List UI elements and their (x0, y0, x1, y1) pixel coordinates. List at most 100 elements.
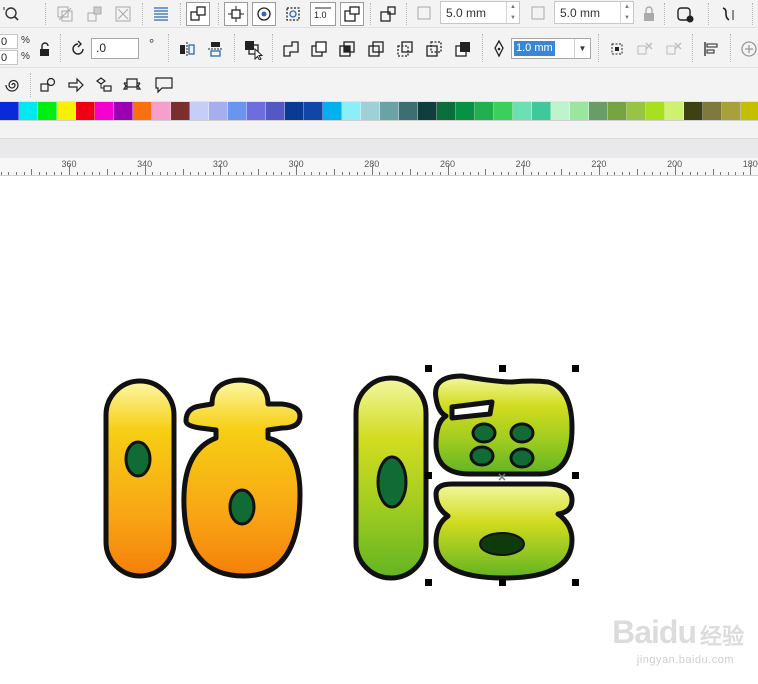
color-swatch[interactable] (228, 102, 247, 120)
intersect-icon[interactable] (113, 4, 133, 24)
close-curve-icon[interactable] (634, 38, 656, 60)
scale-x-unit: % (21, 35, 30, 46)
color-swatch[interactable] (399, 102, 418, 120)
color-swatch[interactable] (171, 102, 190, 120)
align-icon[interactable] (150, 3, 172, 25)
color-swatch[interactable] (285, 102, 304, 120)
rotate-icon[interactable] (68, 39, 88, 59)
color-swatch[interactable] (57, 102, 76, 120)
horizontal-ruler[interactable]: 360 340 320 300 280 260 240 220 200 180 (0, 158, 758, 176)
color-swatch[interactable] (494, 102, 513, 120)
flowchart-shapes-icon[interactable] (94, 75, 114, 95)
mirror-vertical-icon[interactable] (204, 38, 226, 60)
color-swatch[interactable] (304, 102, 323, 120)
color-swatch[interactable] (342, 102, 361, 120)
drawing-canvas[interactable]: Baidu 经验 jingyan.baidu.com (0, 176, 758, 684)
color-swatch[interactable] (532, 102, 551, 120)
color-swatch[interactable] (665, 102, 684, 120)
corner-size-1-field[interactable]: 5.0 mm ▲ ▼ (440, 1, 520, 24)
color-swatch[interactable] (513, 102, 532, 120)
intersect-icon[interactable] (336, 38, 358, 60)
break-curve-icon[interactable] (606, 38, 628, 60)
scale-x-field[interactable]: 0 (0, 34, 18, 49)
basic-shapes-icon[interactable] (38, 75, 58, 95)
chevron-down-icon[interactable]: ▼ (574, 39, 590, 58)
color-swatch[interactable] (114, 102, 133, 120)
banner-shapes-icon[interactable] (122, 75, 142, 95)
lock-ratio-icon[interactable] (36, 40, 54, 58)
convert-icon[interactable]: 1.0 (310, 2, 336, 26)
back-minus-front-icon[interactable] (423, 38, 445, 60)
left-glyph[interactable] (103, 377, 303, 579)
color-swatch[interactable] (152, 102, 171, 120)
color-swatch[interactable] (684, 102, 703, 120)
color-swatch[interactable] (361, 102, 380, 120)
delete-curve-icon[interactable] (663, 38, 685, 60)
quick-trace-icon[interactable] (716, 2, 742, 26)
rotation-angle-input[interactable]: .0 (91, 38, 139, 59)
callout-shapes-icon[interactable] (152, 75, 176, 95)
color-swatch[interactable] (646, 102, 665, 120)
color-swatch[interactable] (551, 102, 570, 120)
ruler-tick (462, 172, 464, 175)
scale-y-field[interactable]: 0 (0, 50, 18, 65)
color-swatch[interactable] (703, 102, 722, 120)
color-swatch[interactable] (247, 102, 266, 120)
ruler-tick (0, 172, 2, 175)
outline-width-dropdown[interactable]: 1.0 mm ▼ (511, 38, 591, 59)
color-swatch[interactable] (741, 102, 758, 120)
color-swatch[interactable] (323, 102, 342, 120)
color-swatch[interactable] (19, 102, 38, 120)
break-apart-icon[interactable] (281, 2, 305, 26)
eye-icon (469, 445, 495, 467)
color-swatch[interactable] (38, 102, 57, 120)
weld-icon[interactable] (55, 4, 75, 24)
color-swatch[interactable] (722, 102, 741, 120)
boundary-icon[interactable] (452, 38, 474, 60)
color-swatch[interactable] (437, 102, 456, 120)
ruler-tick (91, 172, 93, 175)
degree-symbol: ° (149, 36, 155, 51)
right-glyph[interactable] (353, 373, 575, 581)
to-front-icon[interactable] (240, 36, 266, 62)
front-minus-back-icon[interactable] (394, 38, 416, 60)
lock-icon[interactable] (640, 4, 658, 24)
color-swatch[interactable] (380, 102, 399, 120)
ruler-tick (583, 172, 585, 175)
mirror-horizontal-icon[interactable] (176, 38, 198, 60)
color-swatch[interactable] (627, 102, 646, 120)
corner-icon[interactable] (340, 2, 364, 26)
group-icon[interactable] (186, 2, 210, 26)
wrap-icon[interactable] (672, 2, 698, 26)
color-swatch[interactable] (418, 102, 437, 120)
spin-arrows-icon[interactable]: ▲ ▼ (620, 2, 633, 23)
lock-icon[interactable] (376, 2, 400, 26)
color-swatch[interactable] (475, 102, 494, 120)
color-swatch[interactable] (570, 102, 589, 120)
ruler-tick (175, 172, 176, 175)
spiral-icon[interactable] (2, 75, 22, 95)
arrow-shapes-icon[interactable] (66, 75, 86, 95)
color-swatch[interactable] (608, 102, 627, 120)
color-swatch[interactable] (190, 102, 209, 120)
color-swatch[interactable] (456, 102, 475, 120)
trim-icon[interactable] (308, 38, 330, 60)
color-swatch[interactable] (95, 102, 114, 120)
trim-icon[interactable] (84, 4, 104, 24)
align-distribute-icon[interactable] (700, 38, 722, 60)
spin-arrows-icon[interactable]: ▲ ▼ (506, 2, 519, 23)
color-swatch[interactable] (209, 102, 228, 120)
zoom-icon[interactable] (0, 4, 22, 24)
ungroup-icon[interactable] (224, 2, 248, 26)
color-swatch[interactable] (0, 102, 19, 120)
simplify-icon[interactable] (365, 38, 387, 60)
color-swatch[interactable] (133, 102, 152, 120)
weld-icon[interactable] (280, 38, 302, 60)
corner-size-2-field[interactable]: 5.0 mm ▲ ▼ (554, 1, 634, 24)
color-swatch[interactable] (589, 102, 608, 120)
add-icon[interactable] (738, 38, 758, 60)
combine-icon[interactable] (252, 2, 276, 26)
color-swatch[interactable] (266, 102, 285, 120)
color-swatch[interactable] (76, 102, 95, 120)
baidu-watermark: Baidu 经验 (612, 616, 744, 648)
